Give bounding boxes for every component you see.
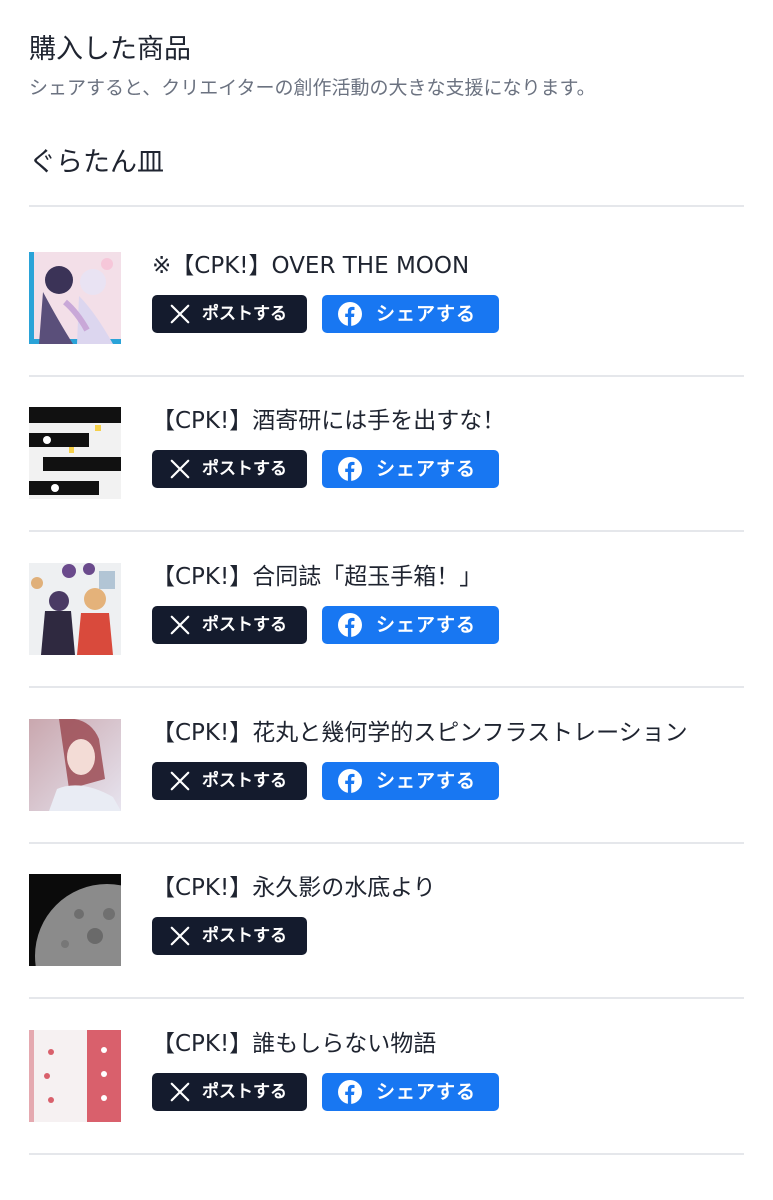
product-title[interactable]: 【CPK!】誰もしらない物語: [152, 1027, 436, 1061]
x-post-button[interactable]: ポストする: [152, 762, 307, 800]
product-item: ※【CPK!】OVER THE MOON ポストする シェアする: [0, 252, 773, 407]
x-post-label: ポストする: [202, 615, 287, 635]
facebook-share-button[interactable]: シェアする: [322, 295, 499, 333]
page-title: 購入した商品: [29, 34, 191, 65]
x-logo-icon: [170, 459, 190, 479]
product-thumbnail[interactable]: [29, 719, 121, 811]
x-post-button[interactable]: ポストする: [152, 1073, 307, 1111]
x-post-button[interactable]: ポストする: [152, 606, 307, 644]
divider: [29, 205, 744, 207]
product-item: 【CPK!】酒寄研には手を出すな！ ポストする シェアする: [0, 407, 773, 562]
product-thumbnail[interactable]: [29, 874, 121, 966]
divider: [29, 1153, 744, 1155]
divider: [29, 842, 744, 844]
product-title[interactable]: 【CPK!】永久影の水底より: [152, 871, 436, 905]
x-post-label: ポストする: [202, 304, 287, 324]
divider: [29, 997, 744, 999]
page-subtitle: シェアすると、クリエイターの創作活動の大きな支援になります。: [29, 77, 596, 99]
x-post-button[interactable]: ポストする: [152, 295, 307, 333]
product-thumbnail[interactable]: [29, 407, 121, 499]
product-thumbnail[interactable]: [29, 1030, 121, 1122]
facebook-logo-icon: [338, 457, 362, 481]
product-item: 【CPK!】永久影の水底より ポストする: [0, 874, 773, 1029]
product-title[interactable]: ※【CPK!】OVER THE MOON: [152, 249, 469, 283]
purchased-products-page: 購入した商品 シェアすると、クリエイターの創作活動の大きな支援になります。 ぐら…: [0, 0, 773, 1200]
divider: [29, 375, 744, 377]
facebook-share-label: シェアする: [376, 458, 477, 480]
divider: [29, 530, 744, 532]
facebook-share-button[interactable]: シェアする: [322, 762, 499, 800]
facebook-share-button[interactable]: シェアする: [322, 1073, 499, 1111]
product-thumbnail[interactable]: [29, 252, 121, 344]
facebook-logo-icon: [338, 302, 362, 326]
product-thumbnail[interactable]: [29, 563, 121, 655]
product-title[interactable]: 【CPK!】花丸と幾何学的スピンフラストレーション: [152, 716, 688, 750]
shop-name[interactable]: ぐらたん皿: [29, 143, 164, 183]
product-title[interactable]: 【CPK!】合同誌「超玉手箱！」: [152, 560, 482, 594]
x-logo-icon: [170, 304, 190, 324]
x-logo-icon: [170, 771, 190, 791]
x-post-button[interactable]: ポストする: [152, 917, 307, 955]
product-item: 【CPK!】花丸と幾何学的スピンフラストレーション ポストする シェアする: [0, 719, 773, 874]
x-post-label: ポストする: [202, 1082, 287, 1102]
x-post-button[interactable]: ポストする: [152, 450, 307, 488]
x-post-label: ポストする: [202, 459, 287, 479]
product-title[interactable]: 【CPK!】酒寄研には手を出すな！: [152, 404, 505, 438]
facebook-share-button[interactable]: シェアする: [322, 606, 499, 644]
facebook-logo-icon: [338, 769, 362, 793]
x-post-label: ポストする: [202, 771, 287, 791]
divider: [29, 686, 744, 688]
facebook-share-label: シェアする: [376, 614, 477, 636]
x-logo-icon: [170, 926, 190, 946]
x-logo-icon: [170, 1082, 190, 1102]
product-item: 【CPK!】合同誌「超玉手箱！」 ポストする シェアする: [0, 563, 773, 718]
x-logo-icon: [170, 615, 190, 635]
facebook-share-button[interactable]: シェアする: [322, 450, 499, 488]
facebook-logo-icon: [338, 1080, 362, 1104]
facebook-share-label: シェアする: [376, 770, 477, 792]
product-item: 【CPK!】誰もしらない物語 ポストする シェアする: [0, 1030, 773, 1185]
facebook-logo-icon: [338, 613, 362, 637]
x-post-label: ポストする: [202, 926, 287, 946]
facebook-share-label: シェアする: [376, 1081, 477, 1103]
facebook-share-label: シェアする: [376, 303, 477, 325]
